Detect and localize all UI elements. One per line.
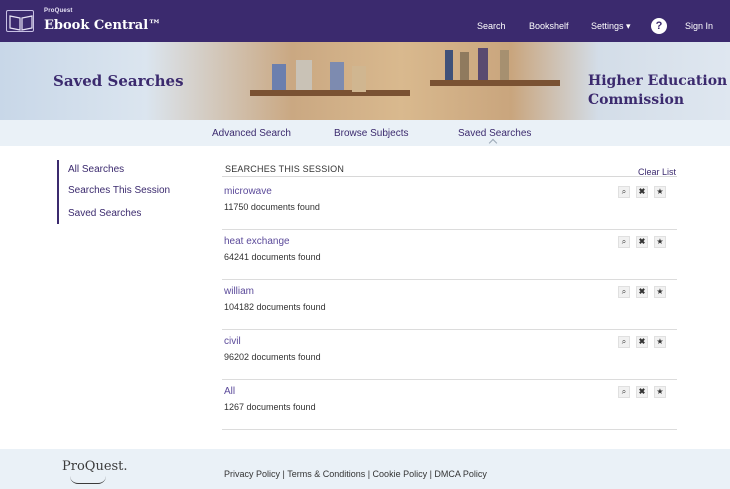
- banner-book-image: [330, 62, 344, 90]
- institution-name: Higher Education Commission: [588, 73, 728, 108]
- delete-search-icon[interactable]: ✖: [636, 336, 648, 348]
- search-query-link[interactable]: microwave: [224, 186, 272, 197]
- save-search-star-icon[interactable]: ★: [654, 336, 666, 348]
- search-query-link[interactable]: civil: [224, 336, 241, 347]
- documents-found-count: 64241 documents found: [224, 252, 321, 262]
- run-search-icon[interactable]: ⌕: [618, 236, 630, 248]
- banner-book-image: [445, 50, 453, 80]
- tab-saved-searches[interactable]: Saved Searches: [458, 128, 531, 139]
- proquest-footer-logo[interactable]: ProQuest.: [62, 459, 128, 474]
- section-heading: SEARCHES THIS SESSION: [225, 164, 345, 174]
- search-query-link[interactable]: heat exchange: [224, 236, 290, 247]
- save-search-star-icon[interactable]: ★: [654, 386, 666, 398]
- page-footer: ProQuest. Privacy Policy | Terms & Condi…: [0, 449, 730, 489]
- sidebar-item-all-searches[interactable]: All Searches: [68, 164, 124, 175]
- banner-shelf-image: [250, 90, 410, 96]
- nav-search-link[interactable]: Search: [477, 21, 506, 31]
- banner-shelf-image: [430, 80, 560, 86]
- banner-book-image: [478, 48, 488, 80]
- nav-sign-in-link[interactable]: Sign In: [685, 21, 713, 31]
- save-search-star-icon[interactable]: ★: [654, 236, 666, 248]
- nav-settings-dropdown[interactable]: Settings ▾: [591, 21, 631, 32]
- footer-policy-links[interactable]: Privacy Policy | Terms & Conditions | Co…: [224, 469, 487, 479]
- tab-browse-subjects[interactable]: Browse Subjects: [334, 128, 408, 139]
- brand-proquest-label: ProQuest: [44, 8, 73, 14]
- banner-book-image: [500, 50, 509, 80]
- sidebar-navigation: All Searches Searches This Session Saved…: [57, 160, 197, 224]
- documents-found-count: 1267 documents found: [224, 402, 316, 412]
- banner-book-image: [296, 60, 312, 90]
- documents-found-count: 104182 documents found: [224, 302, 326, 312]
- search-query-link[interactable]: william: [224, 286, 254, 297]
- run-search-icon[interactable]: ⌕: [618, 186, 630, 198]
- banner-book-image: [272, 64, 286, 90]
- sidebar-item-searches-this-session[interactable]: Searches This Session: [68, 185, 170, 196]
- save-search-star-icon[interactable]: ★: [654, 286, 666, 298]
- page-banner: Saved Searches Higher Education Commissi…: [0, 42, 730, 120]
- search-row: heat exchange 64241 documents found ⌕ ✖ …: [222, 230, 677, 280]
- sidebar-item-saved-searches[interactable]: Saved Searches: [68, 208, 141, 219]
- banner-book-image: [460, 52, 469, 80]
- help-icon[interactable]: ?: [651, 18, 667, 34]
- save-search-star-icon[interactable]: ★: [654, 186, 666, 198]
- delete-search-icon[interactable]: ✖: [636, 236, 648, 248]
- search-row: All 1267 documents found ⌕ ✖ ★: [222, 380, 677, 430]
- delete-search-icon[interactable]: ✖: [636, 286, 648, 298]
- run-search-icon[interactable]: ⌕: [618, 386, 630, 398]
- secondary-navigation: Advanced Search Browse Subjects Saved Se…: [0, 120, 730, 148]
- list-divider: [222, 176, 677, 177]
- banner-book-image: [352, 66, 366, 92]
- open-book-icon[interactable]: [6, 10, 34, 32]
- search-row: microwave 11750 documents found ⌕ ✖ ★: [222, 180, 677, 230]
- delete-search-icon[interactable]: ✖: [636, 186, 648, 198]
- logo-swoosh-icon: [70, 476, 106, 484]
- active-tab-caret-icon: [488, 138, 498, 148]
- page-title: Saved Searches: [53, 72, 184, 90]
- tab-advanced-search[interactable]: Advanced Search: [212, 128, 291, 139]
- delete-search-icon[interactable]: ✖: [636, 386, 648, 398]
- run-search-icon[interactable]: ⌕: [618, 336, 630, 348]
- brand-ebook-central-logo[interactable]: Ebook Central™: [44, 18, 161, 33]
- top-navigation-bar: ProQuest Ebook Central™ Search Bookshelf…: [0, 0, 730, 42]
- search-query-link[interactable]: All: [224, 386, 235, 397]
- nav-bookshelf-link[interactable]: Bookshelf: [529, 21, 569, 31]
- run-search-icon[interactable]: ⌕: [618, 286, 630, 298]
- search-row: civil 96202 documents found ⌕ ✖ ★: [222, 330, 677, 380]
- search-row: william 104182 documents found ⌕ ✖ ★: [222, 280, 677, 330]
- documents-found-count: 96202 documents found: [224, 352, 321, 362]
- documents-found-count: 11750 documents found: [224, 202, 320, 212]
